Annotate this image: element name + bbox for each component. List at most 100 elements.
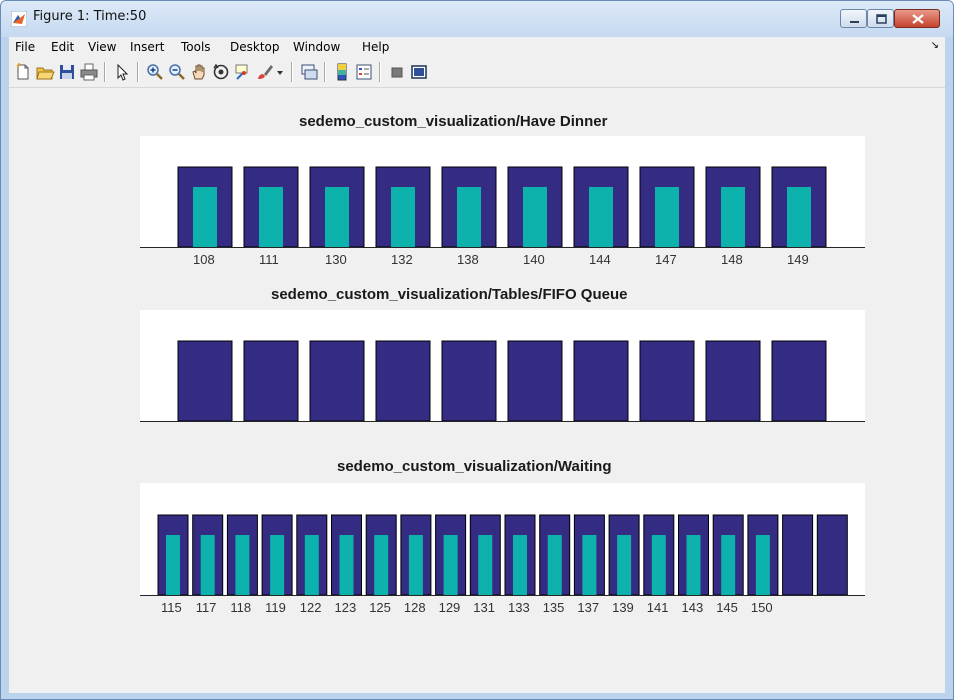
xtick-label: 131 — [473, 600, 495, 615]
xtick-label: 149 — [787, 252, 809, 267]
new-figure-icon[interactable] — [13, 62, 33, 82]
toolbar-separator — [324, 62, 326, 82]
menu-edit[interactable]: Edit — [51, 40, 74, 54]
menu-desktop[interactable]: Desktop — [230, 40, 280, 54]
colorbar-icon[interactable] — [332, 62, 352, 82]
bar-inner — [547, 535, 562, 595]
save-icon[interactable] — [57, 62, 77, 82]
print-icon[interactable] — [79, 62, 99, 82]
bar-inner — [617, 535, 632, 595]
bar-inner — [655, 187, 679, 247]
menu-insert[interactable]: Insert — [130, 40, 164, 54]
bar-inner — [270, 535, 285, 595]
bar-inner — [582, 535, 597, 595]
bar-inner — [651, 535, 666, 595]
bar-inner — [193, 187, 217, 247]
hide-plot-tools-icon[interactable] — [387, 62, 407, 82]
bar-inner — [721, 187, 745, 247]
maximize-button[interactable] — [867, 9, 894, 28]
brush-icon[interactable] — [255, 62, 275, 82]
xtick-label: 117 — [195, 600, 217, 615]
data-cursor-icon[interactable] — [233, 62, 253, 82]
xtick-label: 132 — [391, 252, 413, 267]
figure-client-area: File Edit View Insert Tools Desktop Wind… — [9, 37, 945, 693]
xtick-label: 139 — [612, 600, 634, 615]
menu-tools[interactable]: Tools — [181, 40, 211, 54]
link-plot-icon[interactable] — [299, 62, 319, 82]
xtick-label: 150 — [750, 600, 773, 615]
xtick-label: 111 — [259, 252, 279, 267]
xtick-label: 128 — [403, 600, 426, 615]
axes-fifo-queue[interactable] — [140, 310, 865, 422]
bar-outer — [705, 340, 761, 422]
xtick-label: 122 — [299, 600, 322, 615]
window-title: Figure 1: Time:50 — [33, 9, 147, 24]
pan-icon[interactable] — [189, 62, 209, 82]
xtick-label: 141 — [646, 600, 669, 615]
bar-outer — [771, 340, 827, 422]
bar-outer — [507, 340, 563, 422]
bar-outer — [243, 340, 299, 422]
menu-file[interactable]: File — [15, 40, 35, 54]
brush-dropdown-icon[interactable] — [275, 62, 285, 82]
plot-title-waiting: sedemo_custom_visualization/Waiting — [337, 458, 612, 475]
menu-overflow-arrow-icon[interactable]: ↘ — [931, 40, 939, 51]
chart-svg — [140, 514, 865, 596]
close-button[interactable] — [894, 9, 940, 28]
toolbar-separator — [291, 62, 293, 82]
xtick-label: 108 — [193, 252, 215, 267]
axes-have-dinner[interactable] — [140, 136, 865, 248]
bar-outer — [309, 340, 365, 422]
zoom-in-icon[interactable] — [145, 62, 165, 82]
minimize-button[interactable] — [840, 9, 867, 28]
pointer-icon[interactable] — [112, 62, 132, 82]
open-file-icon[interactable] — [35, 62, 55, 82]
zoom-out-icon[interactable] — [167, 62, 187, 82]
xtick-label: 118 — [230, 600, 252, 615]
toolbar-separator — [379, 62, 381, 82]
xtick-label: 115 — [161, 600, 182, 615]
bar-inner — [686, 535, 701, 595]
bar-inner — [325, 187, 349, 247]
bar-inner — [787, 187, 811, 247]
bar-inner — [523, 187, 547, 247]
show-plot-tools-icon[interactable] — [409, 62, 429, 82]
xtick-label: 143 — [681, 600, 704, 615]
toolbar-strip — [9, 57, 945, 88]
bar-outer — [816, 514, 848, 596]
bar-inner — [755, 535, 770, 595]
xtick-label: 147 — [655, 252, 677, 267]
menu-help[interactable]: Help — [362, 40, 389, 54]
title-bar[interactable]: Figure 1: Time:50 — [1, 1, 953, 37]
toolbar-separator — [137, 62, 139, 82]
chart-svg — [140, 340, 865, 422]
xtick-label: 133 — [508, 600, 530, 615]
bar-inner — [721, 535, 736, 595]
bar-outer — [573, 340, 629, 422]
xtick-label: 125 — [369, 600, 391, 615]
chart-svg — [140, 166, 865, 248]
bar-outer — [639, 340, 695, 422]
bar-inner — [513, 535, 527, 595]
xtick-label: 140 — [523, 252, 545, 267]
bar-inner — [391, 187, 415, 247]
bar-inner — [457, 187, 481, 247]
rotate-3d-icon[interactable] — [211, 62, 231, 82]
axes-waiting[interactable] — [140, 483, 865, 596]
bar-inner — [235, 535, 250, 595]
plot-title-have-dinner: sedemo_custom_visualization/Have Dinner — [299, 113, 608, 130]
bar-inner — [166, 535, 180, 595]
bar-inner — [443, 535, 458, 595]
legend-icon[interactable] — [354, 62, 374, 82]
xtick-label: 119 — [265, 600, 286, 615]
bar-inner — [259, 187, 283, 247]
matlab-logo-icon — [10, 10, 28, 28]
menu-window[interactable]: Window — [293, 40, 340, 54]
menu-view[interactable]: View — [88, 40, 116, 54]
bar-outer — [375, 340, 431, 422]
toolbar-separator — [104, 62, 106, 82]
xtick-label: 137 — [577, 600, 600, 615]
bar-outer — [441, 340, 497, 422]
plot-title-fifo-queue: sedemo_custom_visualization/Tables/FIFO … — [271, 286, 628, 303]
menu-bar: File Edit View Insert Tools Desktop Wind… — [9, 37, 945, 57]
